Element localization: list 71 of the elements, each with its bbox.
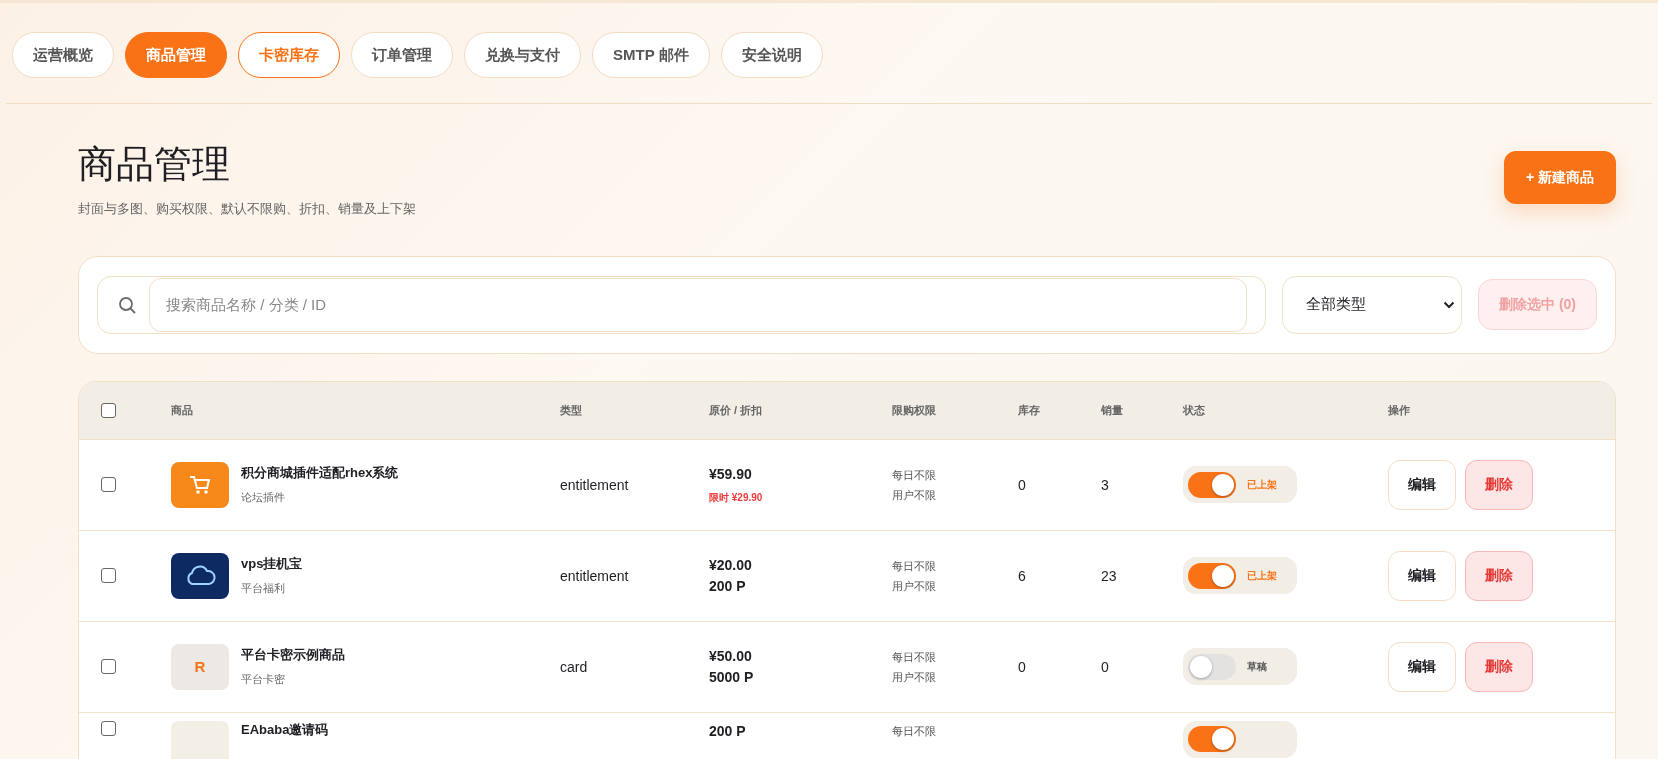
stock-count: 6 bbox=[1018, 567, 1026, 584]
cart-thumbnail bbox=[171, 461, 229, 508]
nav-tab[interactable]: SMTP 邮件 bbox=[592, 32, 710, 78]
chevron-down-icon bbox=[1443, 300, 1455, 309]
row-checkbox[interactable] bbox=[101, 720, 116, 736]
limit-text: 用户不限 bbox=[892, 669, 936, 685]
product-category: 平台卡密 bbox=[241, 672, 286, 688]
product-type: entitlement bbox=[560, 567, 629, 584]
cloud-thumbnail bbox=[171, 552, 229, 599]
limit-text: 每日不限 bbox=[892, 649, 936, 665]
page-subtitle: 封面与多图、购买权限、默认不限购、折扣、销量及上下架 bbox=[78, 199, 416, 218]
delete-button[interactable]: 删除 bbox=[1465, 459, 1533, 510]
status-toggle[interactable] bbox=[1188, 726, 1236, 753]
select-all-checkbox[interactable] bbox=[101, 402, 116, 418]
column-header: 销量 bbox=[1101, 402, 1124, 418]
column-header: 库存 bbox=[1018, 402, 1041, 418]
price-text: ¥59.90 bbox=[709, 465, 752, 485]
edit-button[interactable]: 编辑 bbox=[1388, 459, 1456, 510]
column-header: 原价 / 折扣 bbox=[709, 402, 764, 418]
delete-button[interactable]: 删除 bbox=[1465, 641, 1533, 692]
column-header: 限购权限 bbox=[892, 402, 937, 418]
page-title: 商品管理 bbox=[78, 142, 231, 187]
product-category: 论坛插件 bbox=[241, 490, 286, 506]
price-text: 200 P bbox=[709, 721, 746, 741]
product-name: EAbaba邀请码 bbox=[241, 720, 329, 739]
limit-text: 每日不限 bbox=[892, 558, 936, 574]
price-text: ¥20.00 bbox=[709, 555, 752, 575]
price-text: 200 P bbox=[709, 576, 746, 596]
price-text: ¥50.00 bbox=[709, 646, 752, 666]
product-type: card bbox=[560, 658, 588, 675]
column-header: 操作 bbox=[1388, 402, 1411, 418]
price-text: 5000 P bbox=[709, 667, 754, 687]
nav-tab[interactable]: 安全说明 bbox=[720, 32, 823, 78]
delete-button[interactable]: 删除 bbox=[1465, 550, 1533, 601]
status-toggle[interactable] bbox=[1188, 653, 1236, 680]
status-label: 已上架 bbox=[1247, 477, 1277, 492]
product-name: 积分商城插件适配rhex系统 bbox=[241, 464, 399, 483]
product-name: vps挂机宝 bbox=[241, 555, 303, 574]
sales-count: 23 bbox=[1101, 567, 1117, 584]
product-category: 平台福利 bbox=[241, 581, 286, 597]
status-toggle[interactable] bbox=[1188, 562, 1236, 589]
column-header: 状态 bbox=[1183, 402, 1206, 418]
nav-tab[interactable]: 订单管理 bbox=[351, 32, 453, 78]
sales-count: 0 bbox=[1101, 658, 1109, 675]
row-checkbox[interactable] bbox=[101, 659, 116, 675]
row-checkbox[interactable] bbox=[101, 568, 116, 584]
nav-tab[interactable]: 兑换与支付 bbox=[464, 32, 581, 78]
product-name: 平台卡密示例商品 bbox=[241, 646, 345, 665]
stock-count: 0 bbox=[1018, 658, 1026, 675]
status-toggle[interactable] bbox=[1188, 471, 1236, 498]
search-field[interactable]: 搜索商品名称 / 分类 / ID bbox=[97, 275, 1266, 334]
edit-button[interactable]: 编辑 bbox=[1388, 550, 1456, 601]
edit-button[interactable]: 编辑 bbox=[1388, 641, 1456, 692]
status-label: 已上架 bbox=[1247, 568, 1277, 583]
stock-count: 0 bbox=[1018, 476, 1026, 493]
sales-count: 3 bbox=[1101, 476, 1109, 493]
search-icon bbox=[118, 295, 136, 314]
status-label: 草稿 bbox=[1247, 659, 1267, 674]
limit-text: 用户不限 bbox=[892, 487, 936, 503]
limit-text: 用户不限 bbox=[892, 578, 936, 594]
row-checkbox[interactable] bbox=[101, 477, 116, 493]
product-type: entitlement bbox=[560, 476, 629, 493]
type-select[interactable]: 全部类型 bbox=[1282, 275, 1462, 334]
column-header: 类型 bbox=[560, 402, 583, 418]
column-header: 商品 bbox=[171, 402, 194, 418]
price-text: 限时 ¥29.90 bbox=[709, 491, 763, 506]
photo-placeholder bbox=[171, 720, 229, 759]
limit-text: 每日不限 bbox=[892, 723, 936, 739]
limit-text: 每日不限 bbox=[892, 467, 936, 483]
product-initial: R bbox=[171, 643, 229, 690]
nav-tab[interactable]: 运营概览 bbox=[12, 32, 114, 78]
